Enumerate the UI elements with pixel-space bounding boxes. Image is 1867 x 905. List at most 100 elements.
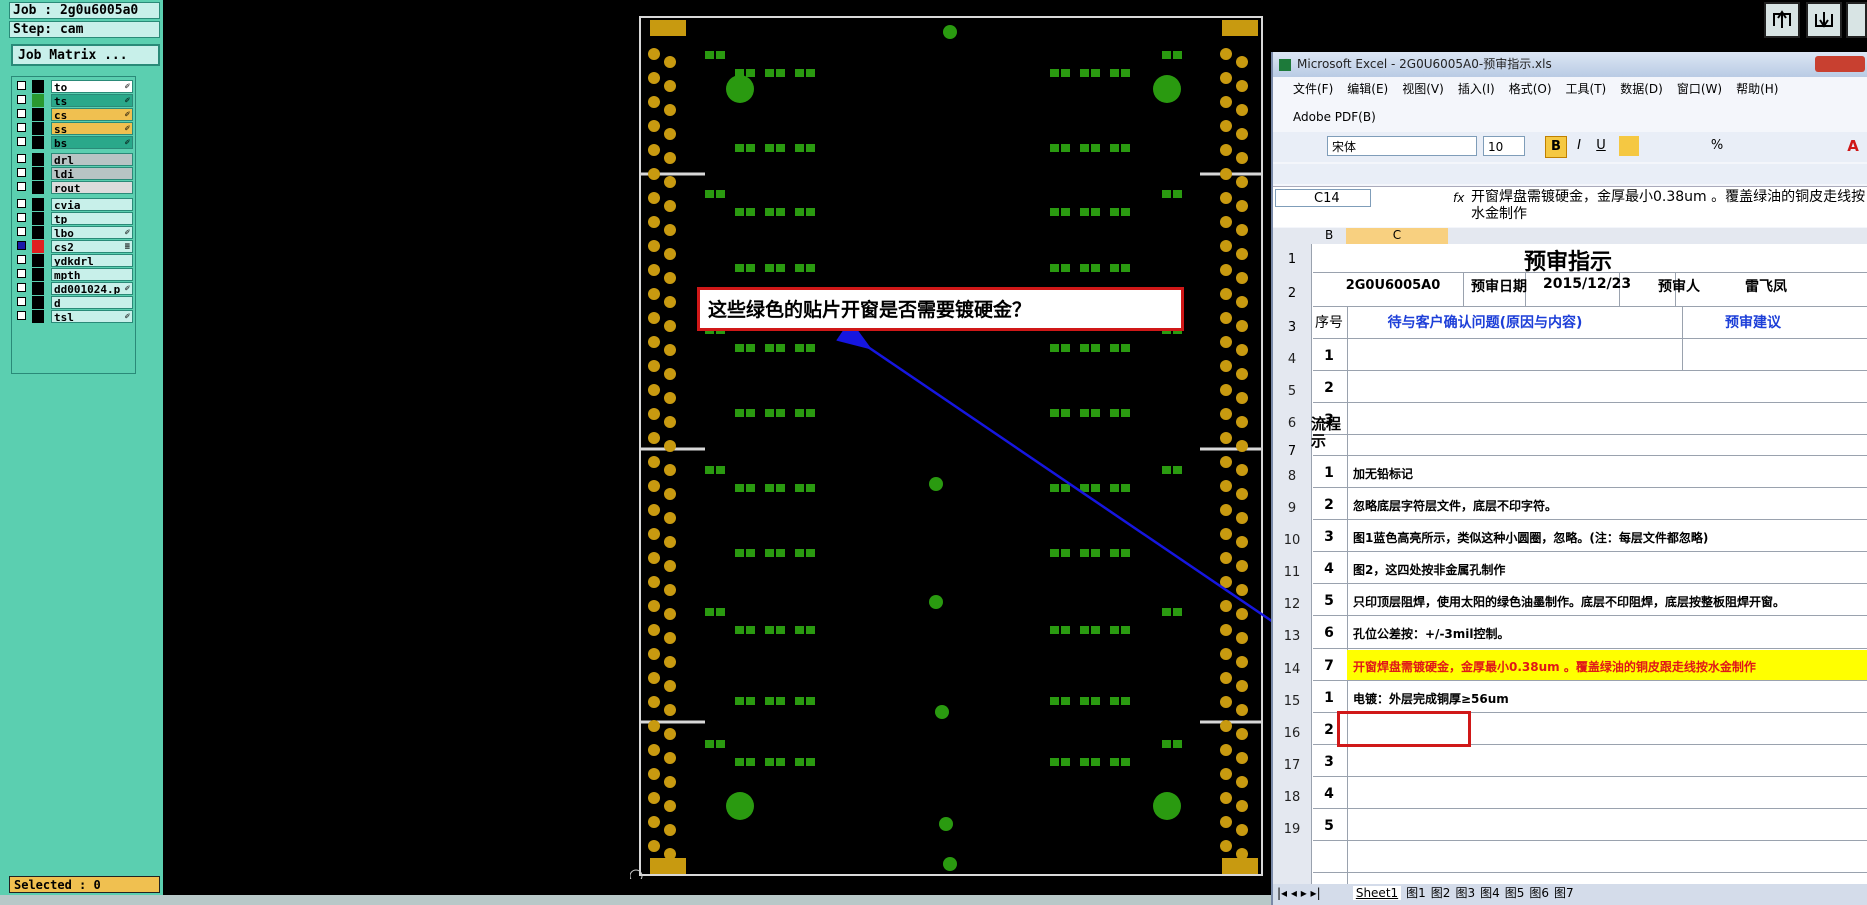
row-number[interactable]: 17 — [1273, 758, 1311, 773]
sheet-grid[interactable]: 1 预审指示 2 2G0U6005A0 预审日期 2015/12/23 预审人 … — [1273, 244, 1867, 884]
close-icon[interactable] — [1815, 56, 1865, 72]
layer-name[interactable]: dd001024.p ✐ — [51, 282, 133, 295]
layer-checkbox[interactable] — [17, 311, 26, 320]
job-matrix-button[interactable]: Job Matrix ... — [11, 44, 160, 66]
layer-name[interactable]: tsl ✐ — [51, 310, 133, 323]
col-header-c[interactable]: C — [1346, 228, 1448, 244]
layer-name[interactable]: cs ✐ — [51, 108, 133, 121]
layer-name[interactable]: d — [51, 296, 133, 309]
layer-checkbox[interactable] — [17, 123, 26, 132]
row-number[interactable]: 11 — [1273, 565, 1311, 580]
upload-icon[interactable] — [1764, 2, 1800, 38]
row-text[interactable]: 电镀：外层完成铜厚≥56um — [1353, 690, 1509, 707]
download-icon[interactable] — [1806, 2, 1842, 38]
sheet-tab[interactable]: 图2 — [1431, 884, 1451, 900]
layer-checkbox[interactable] — [17, 182, 26, 191]
layer-row[interactable]: cs ✐ — [15, 108, 133, 121]
row-number[interactable]: 9 — [1273, 501, 1311, 516]
sheet-nav-icon[interactable]: |◂ ◂ ▸ ▸| — [1273, 886, 1349, 900]
row-number[interactable]: 4 — [1273, 352, 1311, 367]
layer-row[interactable]: ts ✐ — [15, 94, 133, 107]
row-number[interactable]: 12 — [1273, 597, 1311, 612]
layer-checkbox[interactable] — [17, 154, 26, 163]
menu-item[interactable]: 格式(O) — [1509, 80, 1552, 97]
layer-checkbox[interactable] — [17, 269, 26, 278]
layer-name[interactable]: ts ✐ — [51, 94, 133, 107]
row-number[interactable]: 10 — [1273, 533, 1311, 548]
row-number[interactable]: 18 — [1273, 790, 1311, 805]
menu-item[interactable]: 工具(T) — [1566, 80, 1607, 97]
row-text[interactable]: 只印顶层阻焊，使用太阳的绿色油墨制作。底层不印阻焊，底层按整板阻焊开窗。 — [1353, 593, 1785, 610]
name-box[interactable]: C14 — [1275, 189, 1371, 207]
adobe-pdf-menu[interactable]: Adobe PDF(B) — [1293, 110, 1376, 124]
row-number[interactable]: 8 — [1273, 469, 1311, 484]
window-icon[interactable] — [1846, 2, 1867, 38]
menu-item[interactable]: 视图(V) — [1402, 80, 1444, 97]
layer-checkbox[interactable] — [17, 95, 26, 104]
layer-checkbox[interactable] — [17, 255, 26, 264]
layer-name[interactable]: mpth — [51, 268, 133, 281]
layer-name[interactable]: drl — [51, 153, 133, 166]
layer-row[interactable]: mpth — [15, 268, 133, 281]
row-text[interactable]: 图2，这四处按非金属孔制作 — [1353, 561, 1505, 578]
layer-row[interactable]: ldi — [15, 167, 133, 180]
layer-row[interactable]: ydkdrl — [15, 254, 133, 267]
layer-name[interactable]: to ✐ — [51, 80, 133, 93]
row-number[interactable]: 13 — [1273, 629, 1311, 644]
layer-name[interactable]: cs2 ≡ — [51, 240, 133, 253]
layer-row[interactable]: rout — [15, 181, 133, 194]
sheet-tab[interactable]: 图5 — [1505, 884, 1525, 900]
layer-row[interactable]: cvia — [15, 198, 133, 211]
menu-item[interactable]: 帮助(H) — [1736, 80, 1778, 97]
align-center-icon[interactable] — [1643, 136, 1663, 156]
layer-checkbox[interactable] — [17, 168, 26, 177]
layer-row[interactable]: to ✐ — [15, 80, 133, 93]
row-number[interactable]: 14 — [1273, 662, 1311, 677]
sheet-tab[interactable]: 图1 — [1406, 884, 1426, 900]
layer-name[interactable]: cvia — [51, 198, 133, 211]
menu-item[interactable]: 插入(I) — [1458, 80, 1495, 97]
bold-button[interactable]: B — [1545, 136, 1567, 158]
layer-name[interactable]: rout — [51, 181, 133, 194]
sheet-tab[interactable]: 图3 — [1455, 884, 1475, 900]
layer-row[interactable]: lbo ✐ — [15, 226, 133, 239]
row-text[interactable]: 孔位公差按：+/-3mil控制。 — [1353, 625, 1510, 642]
formula-input[interactable]: 开窗焊盘需镀硬金，金厚最小0.38um 。覆盖绿油的铜皮走线按水金制作 — [1471, 189, 1867, 225]
layer-name[interactable]: lbo ✐ — [51, 226, 133, 239]
layer-name[interactable]: ldi — [51, 167, 133, 180]
layer-name[interactable]: ss ✐ — [51, 122, 133, 135]
layer-row[interactable]: drl — [15, 153, 133, 166]
layer-row[interactable]: cs2 ≡ — [15, 240, 133, 253]
align-left-icon[interactable] — [1619, 136, 1639, 156]
layer-name[interactable]: tp — [51, 212, 133, 225]
row-text[interactable]: 开窗焊盘需镀硬金，金厚最小0.38um 。覆盖绿油的铜皮跟走线按水金制作 — [1353, 658, 1756, 675]
sheet-tab[interactable]: 图4 — [1480, 884, 1500, 900]
layer-row[interactable]: ss ✐ — [15, 122, 133, 135]
layer-checkbox[interactable] — [17, 199, 26, 208]
layer-row[interactable]: tsl ✐ — [15, 310, 133, 323]
underline-button[interactable]: U — [1591, 136, 1611, 156]
font-name-select[interactable]: 宋体 — [1327, 136, 1477, 156]
font-color-icon[interactable]: A — [1843, 136, 1863, 156]
layer-name[interactable]: ydkdrl — [51, 254, 133, 267]
layer-checkbox[interactable] — [17, 241, 26, 250]
sheet-tab[interactable]: 图7 — [1554, 884, 1574, 900]
pcb-board-view[interactable] — [630, 14, 1270, 879]
layer-name[interactable]: bs ✐ — [51, 136, 133, 149]
row-number[interactable]: 5 — [1273, 384, 1311, 399]
row-text[interactable]: 图1蓝色高亮所示，类似这种小圆圈，忽略。(注：每层文件都忽略) — [1353, 529, 1708, 546]
layer-checkbox[interactable] — [17, 297, 26, 306]
row-text[interactable]: 忽略底层字符层文件，底层不印字符。 — [1353, 497, 1557, 514]
layer-row[interactable]: d — [15, 296, 133, 309]
row-text[interactable]: 加无铅标记 — [1353, 465, 1413, 482]
menu-item[interactable]: 窗口(W) — [1677, 80, 1722, 97]
layer-checkbox[interactable] — [17, 283, 26, 292]
percent-icon[interactable]: % — [1707, 136, 1727, 156]
layer-row[interactable]: bs ✐ — [15, 136, 133, 149]
layer-checkbox[interactable] — [17, 81, 26, 90]
layer-checkbox[interactable] — [17, 137, 26, 146]
layer-checkbox[interactable] — [17, 213, 26, 222]
row-number[interactable]: 15 — [1273, 694, 1311, 709]
function-icon[interactable]: fx — [1453, 191, 1464, 205]
italic-button[interactable]: I — [1569, 136, 1589, 156]
